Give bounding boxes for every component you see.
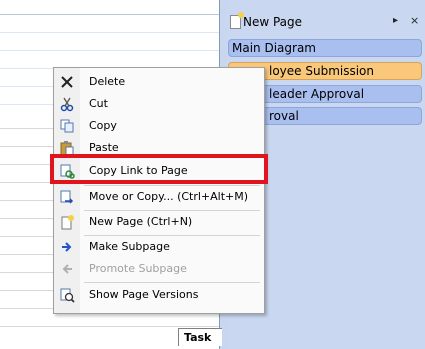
menu-item-label: Paste [89,141,119,154]
menu-item-label: Delete [89,75,126,88]
menu-item-label: Make Subpage [89,240,170,253]
menu-item-cut[interactable]: Cut [54,93,264,115]
page-tab-label: leader Approval [269,87,365,101]
move-copy-icon [59,189,75,205]
menu-item-move-or-copy[interactable]: Move or Copy... (Ctrl+Alt+M) [54,186,264,208]
menu-item-label: Move or Copy... (Ctrl+Alt+M) [89,190,249,203]
menu-item-delete[interactable]: Delete [54,71,264,93]
menu-item-copy[interactable]: Copy [54,115,264,137]
x-icon [59,74,75,90]
page-tab-label: roval [269,109,299,123]
close-icon[interactable]: × [410,14,419,27]
menu-item-label: Promote Subpage [89,262,187,275]
rule-line [0,50,219,51]
rule-line [0,32,219,33]
new-page-header: New Page ▸ × [226,12,425,34]
task-column-header[interactable]: Task [178,328,222,346]
menu-item-show-page-versions[interactable]: Show Page Versions [54,284,264,306]
menu-item-label: Cut [89,97,108,110]
highlight-box [50,154,268,184]
dropdown-arrow-icon[interactable]: ▸ [393,15,398,26]
page-context-menu: Delete Cut Copy Paste Copy Link to Page [53,67,265,314]
new-page-icon [230,12,244,29]
arrow-right-icon [59,239,75,255]
page-tab-label: Main Diagram [232,41,316,55]
new-page-button[interactable]: New Page [243,15,302,29]
new-page-icon [59,214,75,230]
arrow-left-icon [59,261,75,277]
versions-icon [59,287,75,303]
page-tab-main-diagram[interactable]: Main Diagram [228,39,422,57]
menu-item-make-subpage[interactable]: Make Subpage [54,236,264,258]
menu-item-label: New Page (Ctrl+N) [89,215,193,228]
copy-icon [59,118,75,134]
canvas-border [0,14,219,15]
grid-line [0,326,219,327]
page-tab-label: loyee Submission [269,64,375,78]
onenote-window: Task New Page ▸ × Main Diagram loyee Sub… [0,0,425,349]
menu-item-label: Show Page Versions [89,288,199,301]
menu-item-new-page[interactable]: New Page (Ctrl+N) [54,211,264,233]
scissors-icon [59,96,75,112]
menu-item-label: Copy [89,119,117,132]
menu-separator [84,282,260,283]
menu-item-promote-subpage: Promote Subpage [54,258,264,280]
